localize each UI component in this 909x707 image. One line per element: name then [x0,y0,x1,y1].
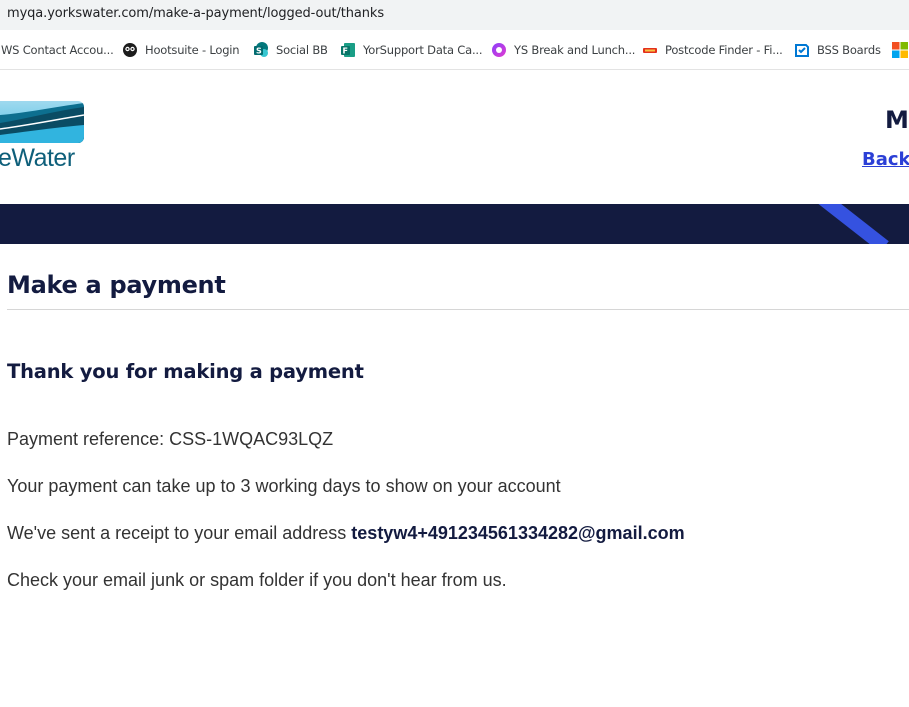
receipt-message: We've sent a receipt to your email addre… [7,523,685,544]
svg-text:S: S [256,47,262,56]
bookmark-label: BSS Boards [817,43,881,57]
junk-note: Check your email junk or spam folder if … [7,570,507,590]
sharepoint-icon: S [253,42,269,58]
owl-icon [122,42,138,58]
receipt-email: testyw4+491234561334282@gmail.com [351,523,685,543]
forms-icon: F [340,42,356,58]
receipt-prefix: We've sent a receipt to your email addre… [7,523,347,543]
bookmark-label: YorSupport Data Ca... [363,43,483,57]
payment-reference: Payment reference: CSS-1WQAC93LQZ [7,429,334,449]
bookmark-label: WS Contact Accou... [1,43,114,57]
bookmark-social-bb[interactable]: S Social BB [253,42,328,58]
bookmark-label: YS Break and Lunch... [514,43,636,57]
decorative-stripe [809,204,889,244]
site-header: eWater M Back [0,71,909,204]
address-bar[interactable]: myqa.yorkswater.com/make-a-payment/logge… [0,0,909,30]
bookmark-label: Social BB [276,43,328,57]
loop-icon [491,42,507,58]
bookmark-label: Hootsuite - Login [145,43,240,57]
azure-boards-icon [794,42,810,58]
page-title: Make a payment [7,271,226,299]
bookmarks-bar: WS Contact Accou... Hootsuite - Login S … [0,30,909,70]
bookmark-bss-boards[interactable]: BSS Boards [794,42,881,58]
title-divider [7,309,909,310]
bookmark-postcode-finder[interactable]: Postcode Finder - Fi... [642,42,783,58]
bookmark-microsoft[interactable] [892,42,909,58]
logo-wordmark: eWater [0,144,75,172]
microsoft-icon [892,42,908,58]
logo-icon[interactable] [0,101,84,143]
header-band [0,204,909,244]
thanks-heading: Thank you for making a payment [7,360,364,383]
bookmark-ys-break[interactable]: YS Break and Lunch... [491,42,635,58]
svg-text:F: F [343,47,348,56]
bookmark-hootsuite[interactable]: Hootsuite - Login [122,42,240,58]
bookmark-yorsupport[interactable]: F YorSupport Data Ca... [340,42,483,58]
bookmark-ws-contact[interactable]: WS Contact Accou... [1,42,114,58]
processing-note: Your payment can take up to 3 working da… [7,476,561,496]
url-text[interactable]: myqa.yorkswater.com/make-a-payment/logge… [7,6,384,21]
back-link[interactable]: Back [862,149,909,170]
royal-mail-icon [642,42,658,58]
bookmark-label: Postcode Finder - Fi... [665,43,783,57]
header-heading: M [885,106,909,134]
